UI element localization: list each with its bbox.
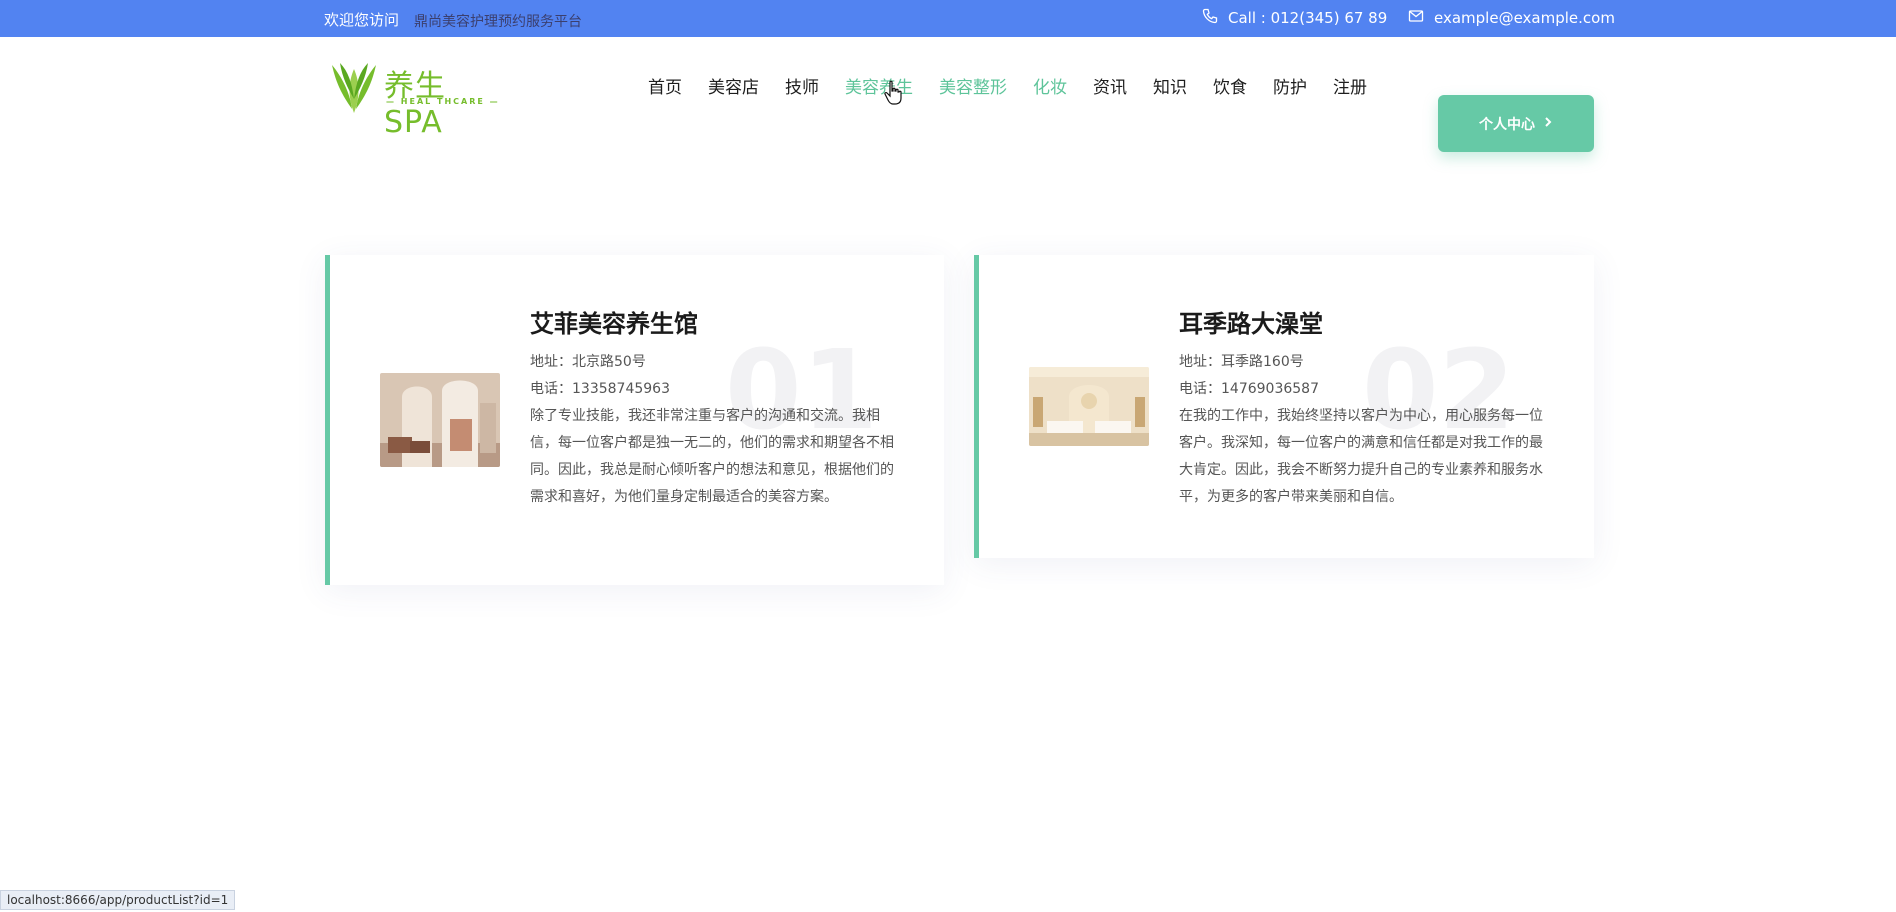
nav-register[interactable]: 注册 (1333, 73, 1367, 98)
store-card[interactable]: 02 耳季路大澡堂 地址：耳季路160号 电话：14769036587 在我的工… (974, 255, 1594, 558)
nav-diet[interactable]: 饮食 (1213, 73, 1247, 98)
top-bar: 欢迎您访问 鼎尚美容护理预约服务平台 Call : 012(345) 67 89… (0, 0, 1896, 37)
store-name[interactable]: 艾菲美容养生馆 (530, 304, 895, 339)
store-phone: 电话：13358745963 (530, 381, 670, 397)
nav-protection[interactable]: 防护 (1273, 73, 1307, 98)
email-contact[interactable]: example@example.com (1408, 8, 1615, 28)
store-description: 除了专业技能，我还非常注重与客户的沟通和交流。我相信，每一位客户都是独一无二的，… (530, 408, 894, 505)
main-header: 养生SPA — HEAL THCARE — 首页 美容店 技师 美容养生 美容整… (0, 37, 1896, 152)
phone-text: Call : 012(345) 67 89 (1228, 9, 1388, 27)
store-address: 地址：耳季路160号 (1179, 354, 1304, 370)
link-status-bar: localhost:8666/app/productList?id=1 (0, 890, 236, 910)
main-nav: 首页 美容店 技师 美容养生 美容整形 化妆 资讯 知识 饮食 防护 注册 (648, 73, 1393, 98)
store-phone: 电话：14769036587 (1179, 381, 1319, 397)
store-description: 在我的工作中，我始终坚持以客户为中心，用心服务每一位客户。我深知，每一位客户的满… (1179, 408, 1543, 505)
phone-contact[interactable]: Call : 012(345) 67 89 (1202, 8, 1387, 28)
store-image[interactable] (1029, 367, 1149, 446)
store-name[interactable]: 耳季路大澡堂 (1179, 304, 1544, 339)
mail-icon (1408, 8, 1424, 28)
email-text: example@example.com (1434, 9, 1615, 27)
store-image[interactable] (380, 373, 500, 467)
phone-icon (1202, 8, 1218, 28)
nav-cosmetic-surgery[interactable]: 美容整形 (939, 73, 1007, 98)
welcome-text: 欢迎您访问 (324, 11, 400, 29)
leaf-logo-icon (332, 63, 376, 113)
store-address: 地址：北京路50号 (530, 354, 646, 370)
logo-subtext: — HEAL THCARE — (386, 97, 500, 106)
nav-home[interactable]: 首页 (648, 73, 682, 98)
platform-subtitle: 鼎尚美容护理预约服务平台 (414, 14, 582, 30)
nav-beauty-wellness[interactable]: 美容养生 (845, 73, 913, 98)
nav-news[interactable]: 资讯 (1093, 73, 1127, 98)
store-info: 艾菲美容养生馆 地址：北京路50号 电话：13358745963 除了专业技能，… (530, 304, 895, 511)
nav-technicians[interactable]: 技师 (785, 73, 819, 98)
store-card[interactable]: 01 艾菲美容养生馆 地址：北京路50号 电话：13358745963 除了专业… (325, 255, 944, 585)
personal-center-label: 个人中心 (1479, 116, 1535, 133)
store-info: 耳季路大澡堂 地址：耳季路160号 电话：14769036587 在我的工作中，… (1179, 304, 1544, 511)
hand-pointer-icon (884, 80, 902, 105)
site-logo[interactable]: 养生SPA — HEAL THCARE — (328, 59, 503, 140)
chevron-right-icon (1543, 116, 1553, 132)
personal-center-button[interactable]: 个人中心 (1438, 95, 1594, 152)
nav-knowledge[interactable]: 知识 (1153, 73, 1187, 98)
nav-beauty-stores[interactable]: 美容店 (708, 73, 759, 98)
nav-makeup[interactable]: 化妆 (1033, 73, 1067, 98)
